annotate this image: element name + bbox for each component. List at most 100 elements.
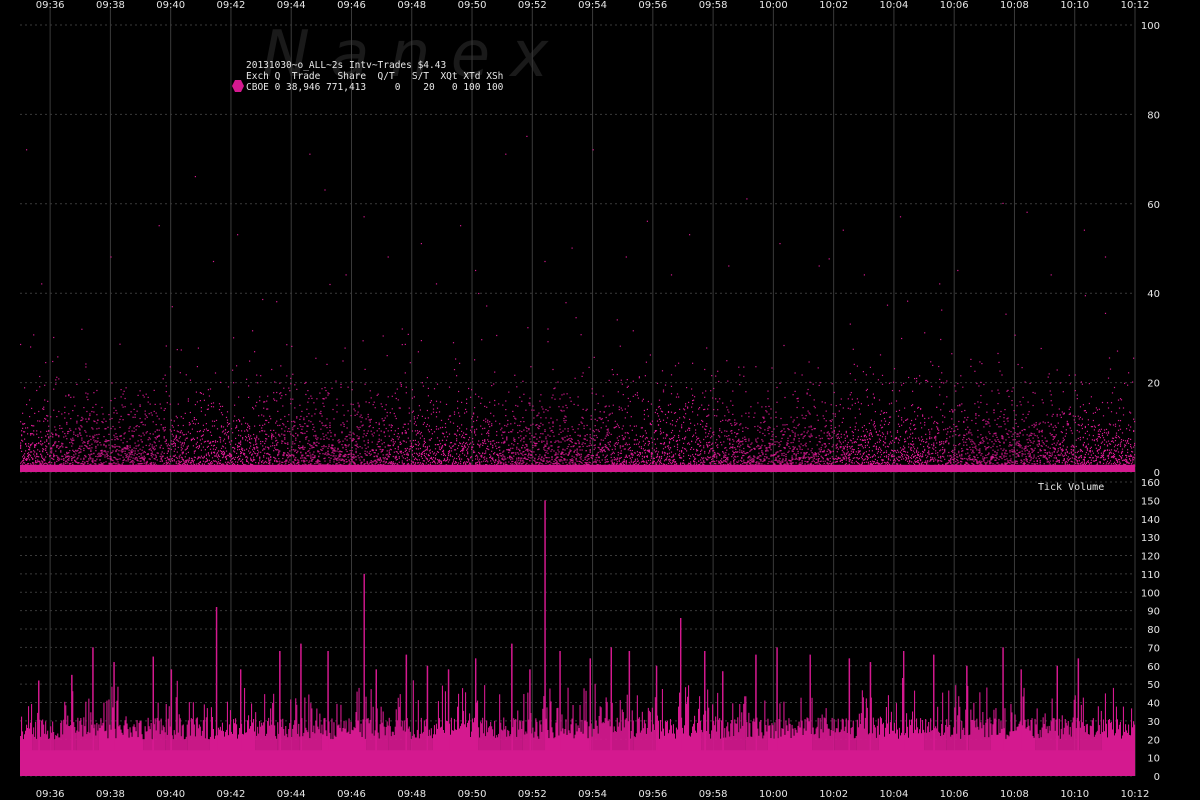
scatter-point (191, 420, 193, 422)
scatter-point (544, 430, 546, 432)
scatter-point (332, 447, 334, 449)
scatter-point (342, 360, 344, 362)
scatter-point (179, 372, 181, 374)
scatter-point (421, 415, 423, 417)
scatter-point (66, 423, 68, 425)
scatter-point (555, 453, 557, 455)
scatter-point (474, 451, 476, 453)
scatter-point (536, 438, 538, 440)
scatter-point (176, 349, 178, 351)
scatter-point (175, 434, 177, 436)
scatter-point (77, 415, 79, 417)
scatter-point (542, 433, 544, 435)
scatter-point (219, 381, 222, 383)
scatter-point (262, 424, 264, 426)
scatter-point (108, 444, 110, 446)
scatter-point (332, 444, 334, 446)
scatter-point (524, 456, 526, 458)
scatter-point (98, 433, 100, 435)
scatter-point (51, 452, 53, 454)
scatter-point (210, 406, 213, 408)
scatter-point (108, 440, 110, 442)
scatter-point (51, 448, 53, 450)
scatter-point (48, 425, 50, 427)
scatter-point (132, 457, 134, 459)
scatter-point (137, 460, 139, 462)
scatter-point (132, 416, 134, 418)
scatter-point (511, 443, 513, 445)
scatter-point (475, 434, 477, 436)
scatter-point (533, 441, 535, 443)
scatter-point (435, 400, 438, 402)
scatter-point (482, 444, 484, 446)
scatter-point (278, 451, 280, 454)
scatter-point (384, 456, 386, 459)
scatter-point (320, 428, 322, 430)
scatter-point (455, 449, 457, 451)
scatter-point (322, 402, 324, 404)
scatter-point (471, 431, 473, 433)
scatter-point (507, 423, 509, 425)
scatter-point (564, 440, 566, 442)
scatter-point (179, 432, 181, 434)
scatter-point (242, 438, 244, 440)
scatter-point (452, 445, 455, 447)
scatter-point (565, 404, 567, 406)
scatter-point (337, 447, 339, 449)
scatter-point (165, 443, 167, 445)
scatter-point (395, 397, 397, 400)
scatter-point (373, 455, 375, 457)
scatter-point (525, 435, 527, 437)
scatter-point (251, 459, 253, 461)
scatter-point (54, 455, 56, 457)
scatter-point (562, 462, 564, 464)
scatter-point (189, 432, 191, 435)
scatter-point (305, 458, 307, 460)
scatter-point (106, 453, 108, 455)
scatter-point (154, 462, 156, 464)
scatter-point (529, 432, 531, 434)
scatter-point (449, 415, 452, 417)
scatter-point (225, 434, 228, 436)
scatter-point (296, 417, 298, 419)
scatter-point (347, 386, 349, 388)
scatter-point (355, 441, 357, 443)
scatter-point (211, 457, 214, 459)
scatter-point (541, 406, 543, 408)
scatter-point (85, 431, 87, 433)
scatter-point (554, 441, 556, 443)
scatter-point (548, 457, 550, 459)
scatter-point (195, 419, 197, 421)
scatter-point (459, 457, 461, 459)
scatter-point (133, 461, 135, 463)
scatter-point (330, 457, 332, 459)
scatter-point (389, 445, 391, 447)
scatter-point (224, 442, 227, 445)
scatter-point (289, 459, 291, 461)
scatter-point (285, 442, 287, 445)
scatter-point (31, 433, 33, 435)
scatter-point (218, 409, 221, 411)
scatter-point (274, 445, 276, 447)
scatter-point (44, 458, 46, 460)
scatter-point (88, 418, 90, 421)
scatter-point (310, 463, 312, 465)
scatter-point (279, 382, 281, 384)
scatter-point (423, 438, 425, 440)
scatter-point (464, 444, 466, 446)
scatter-point (255, 438, 257, 440)
scatter-point (192, 422, 194, 424)
scatter-point (365, 418, 367, 420)
scatter-point (25, 443, 27, 445)
scatter-point (535, 454, 537, 456)
scatter-point (481, 454, 483, 456)
scatter-point (61, 458, 63, 460)
scatter-point (360, 463, 362, 465)
scatter-point (114, 428, 116, 430)
scatter-point (168, 448, 170, 450)
scatter-point (150, 412, 152, 414)
scatter-point (447, 452, 450, 454)
scatter-point (440, 447, 443, 449)
scatter-point (260, 451, 262, 453)
scatter-point (316, 438, 318, 441)
